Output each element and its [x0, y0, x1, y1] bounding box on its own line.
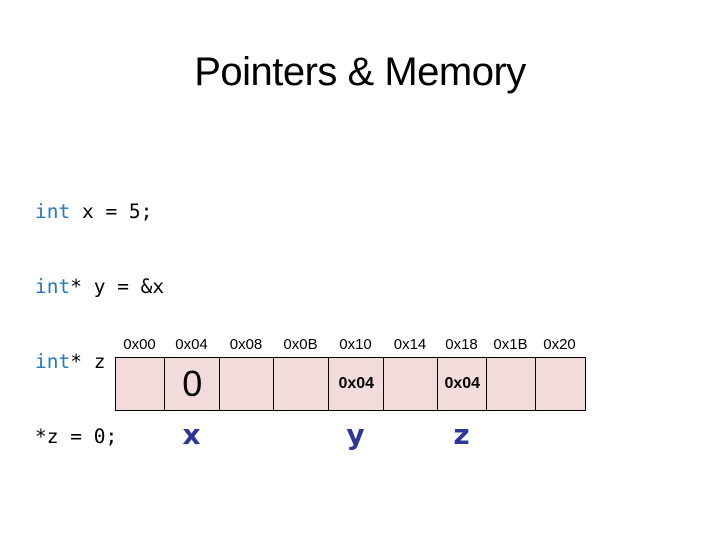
memory-address-label: 0x04 [175, 336, 208, 353]
variable-label: z [453, 418, 470, 451]
memory-address-label: 0x18 [445, 336, 478, 353]
memory-address-label: 0x14 [393, 336, 427, 353]
memory-address-label: 0x10 [339, 336, 372, 353]
memory-cell-value: 0x04 [338, 375, 375, 392]
memory-cell: 0x04 [437, 357, 488, 411]
memory-address-label: 0x20 [543, 336, 576, 353]
memory-cell [115, 357, 166, 411]
code-text: * y = &x [70, 275, 165, 298]
memory-address-label: 0x00 [123, 336, 156, 353]
code-text: *z = 0; [35, 425, 118, 448]
code-line: int* y = &x [35, 274, 164, 299]
memory-address-label: 0x08 [229, 336, 263, 353]
code-keyword: int [35, 350, 71, 373]
memory-cell-value: 0 [182, 363, 203, 404]
code-keyword: int [35, 200, 71, 223]
memory-cell [486, 357, 537, 411]
memory-cell [535, 357, 586, 411]
variable-label: x [182, 418, 201, 451]
code-line: int x = 5; [35, 199, 164, 224]
code-keyword: int [35, 275, 71, 298]
code-block: int x = 5; int* y = &x int* z = y; *z = … [35, 149, 164, 474]
memory-cell [273, 357, 330, 411]
code-line: *z = 0; [35, 424, 164, 449]
memory-address-label: 0x0B [283, 336, 318, 353]
code-text: x = 5; [70, 200, 153, 223]
memory-cell: 0 [164, 357, 221, 411]
memory-cell: 0x04 [328, 357, 385, 411]
slide-title: Pointers & Memory [194, 50, 526, 94]
memory-cell-value: 0x04 [444, 375, 481, 392]
variable-label: y [346, 418, 365, 451]
memory-address-label: 0x1B [493, 336, 528, 353]
memory-cell [383, 357, 439, 411]
memory-cell [219, 357, 275, 411]
